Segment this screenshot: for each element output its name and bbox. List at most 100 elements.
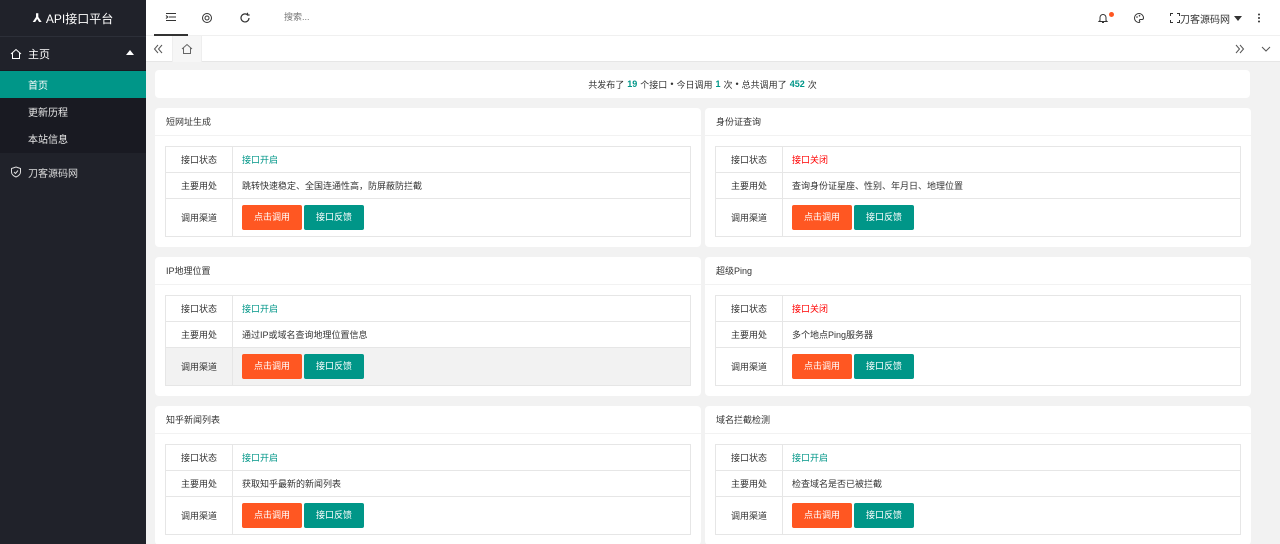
- bell-icon: [1097, 14, 1109, 23]
- api-count: 19: [627, 79, 638, 89]
- today-calls: 1: [715, 79, 721, 89]
- channel-label: 调用渠道: [165, 496, 233, 535]
- call-api-button[interactable]: 点击调用: [792, 354, 853, 379]
- card-title: 短网址生成: [155, 108, 701, 136]
- summary-text: 总共调用了: [741, 79, 787, 90]
- usage-value: 多个地点Ping服务器: [782, 321, 1241, 348]
- summary-text: 次: [723, 79, 733, 90]
- refresh-button[interactable]: [228, 0, 262, 36]
- summary-text: 今日调用: [676, 79, 713, 90]
- user-name: 刀客源码网: [1180, 14, 1230, 26]
- more-vertical-icon: [1258, 13, 1260, 23]
- user-menu[interactable]: 刀客源码网: [1180, 0, 1242, 36]
- feedback-button[interactable]: 接口反馈: [854, 503, 915, 528]
- sidebar-item-site-info[interactable]: 本站信息: [0, 125, 146, 152]
- status-label: 接口状态: [715, 444, 783, 471]
- card-title: 超级Ping: [705, 257, 1251, 285]
- notification-dot: [1109, 12, 1114, 17]
- separator: •: [670, 79, 674, 89]
- sidebar: ⅄ API接口平台 主页 首页 更新历程 本站信息 刀客源码网: [0, 0, 146, 544]
- total-calls: 452: [789, 79, 805, 89]
- separator: •: [735, 79, 739, 89]
- call-api-button[interactable]: 点击调用: [792, 205, 853, 230]
- api-info-table: 接口状态 接口开启 主要用处 检查域名是否已被拦截 调用渠道 点击调用 接口反馈: [715, 444, 1241, 535]
- page-tabs: [146, 36, 1280, 62]
- summary-text: 共发布了: [588, 79, 625, 90]
- channel-label: 调用渠道: [165, 198, 233, 237]
- sidebar-item-changelog[interactable]: 更新历程: [0, 98, 146, 125]
- api-card-grid: 短网址生成 接口状态 接口开启 主要用处 跳转快速稳定、全国连通性高，防屏蔽防拦截 …: [155, 108, 1251, 544]
- api-card: IP地理位置 接口状态 接口开启 主要用处 通过IP或域名查询地理位置信息 调用渠道…: [155, 257, 701, 396]
- card-title: IP地理位置: [155, 257, 701, 285]
- feedback-button[interactable]: 接口反馈: [304, 205, 365, 230]
- menu-toggle-button[interactable]: [154, 0, 188, 36]
- sidebar-group-label: 主页: [28, 48, 50, 61]
- feedback-button[interactable]: 接口反馈: [304, 503, 365, 528]
- usage-label: 主要用处: [165, 321, 233, 348]
- call-api-button[interactable]: 点击调用: [792, 503, 853, 528]
- usage-value: 获取知乎最新的新闻列表: [232, 470, 691, 497]
- api-card: 身份证查询 接口状态 接口关闭 主要用处 查询身份证星座、性别、年月日、地理位置 调…: [705, 108, 1251, 247]
- sidebar-item-label: 更新历程: [28, 108, 68, 119]
- top-header: 刀客源码网: [146, 0, 1280, 36]
- stats-summary: 共发布了 19 个接口 • 今日调用 1 次 • 总共调用了 452 次: [155, 70, 1250, 98]
- call-api-button[interactable]: 点击调用: [242, 354, 303, 379]
- channel-label: 调用渠道: [715, 496, 783, 535]
- usage-label: 主要用处: [165, 172, 233, 199]
- usage-value: 检查域名是否已被拦截: [782, 470, 1241, 497]
- feedback-button[interactable]: 接口反馈: [854, 205, 915, 230]
- api-card: 超级Ping 接口状态 接口关闭 主要用处 多个地点Ping服务器 调用渠道 点击调用…: [705, 257, 1251, 396]
- sidebar-group-label: 刀客源码网: [28, 168, 78, 180]
- double-chevron-left-icon: [153, 44, 163, 54]
- caret-down-icon: [1234, 15, 1242, 21]
- usage-value: 查询身份证星座、性别、年月日、地理位置: [782, 172, 1241, 199]
- status-value: 接口开启: [232, 444, 691, 471]
- usage-label: 主要用处: [715, 321, 783, 348]
- double-chevron-right-icon: [1235, 44, 1245, 54]
- sidebar-sublist: 首页 更新历程 本站信息: [0, 70, 146, 153]
- api-info-table: 接口状态 接口关闭 主要用处 多个地点Ping服务器 调用渠道 点击调用 接口反馈: [715, 295, 1241, 386]
- theme-button[interactable]: [1122, 0, 1156, 36]
- logo[interactable]: ⅄ API接口平台: [0, 0, 146, 36]
- api-card: 域名拦截检测 接口状态 接口开启 主要用处 检查域名是否已被拦截 调用渠道 点击调用接…: [705, 406, 1251, 544]
- status-value: 接口开启: [232, 295, 691, 322]
- chevron-up-icon: [126, 50, 134, 55]
- sidebar-item-home[interactable]: 首页: [0, 71, 146, 98]
- api-info-table: 接口状态 接口关闭 主要用处 查询身份证星座、性别、年月日、地理位置 调用渠道 点击调…: [715, 146, 1241, 237]
- status-value: 接口关闭: [782, 295, 1241, 322]
- summary-text: 个接口: [640, 79, 668, 90]
- refresh-icon: [240, 12, 250, 23]
- usage-label: 主要用处: [715, 470, 783, 497]
- feedback-button[interactable]: 接口反馈: [854, 354, 915, 379]
- more-button[interactable]: [1242, 0, 1276, 36]
- website-button[interactable]: [190, 0, 224, 36]
- tab-home[interactable]: [172, 36, 202, 62]
- home-icon: [10, 48, 22, 59]
- call-api-button[interactable]: 点击调用: [242, 503, 303, 528]
- status-value: 接口关闭: [782, 146, 1241, 173]
- tabs-scroll-left-button[interactable]: [146, 36, 170, 62]
- home-icon: [181, 43, 193, 54]
- globe-icon: [202, 13, 212, 23]
- card-title: 域名拦截检测: [705, 406, 1251, 434]
- sidebar-group-main[interactable]: 主页: [0, 36, 146, 70]
- shield-icon: [11, 166, 21, 178]
- usage-label: 主要用处: [165, 470, 233, 497]
- api-card: 短网址生成 接口状态 接口开启 主要用处 跳转快速稳定、全国连通性高，防屏蔽防拦截 …: [155, 108, 701, 247]
- call-api-button[interactable]: 点击调用: [242, 205, 303, 230]
- chevron-down-icon: [1261, 46, 1271, 52]
- tabs-scroll-right-button[interactable]: [1228, 36, 1252, 62]
- sidebar-group-site[interactable]: 刀客源码网: [0, 153, 146, 191]
- usage-value: 通过IP或域名查询地理位置信息: [232, 321, 691, 348]
- search-input[interactable]: [284, 12, 404, 22]
- notification-button[interactable]: [1086, 0, 1120, 36]
- summary-text: 次: [807, 79, 817, 90]
- channel-label: 调用渠道: [715, 347, 783, 386]
- palette-icon: [1134, 12, 1145, 24]
- api-info-table: 接口状态 接口开启 主要用处 获取知乎最新的新闻列表 调用渠道 点击调用 接口反馈: [165, 444, 691, 535]
- status-value: 接口开启: [782, 444, 1241, 471]
- feedback-button[interactable]: 接口反馈: [304, 354, 365, 379]
- sidebar-item-label: 本站信息: [28, 135, 68, 146]
- tabs-menu-button[interactable]: [1254, 36, 1278, 62]
- main-content: 共发布了 19 个接口 • 今日调用 1 次 • 总共调用了 452 次 短网址…: [146, 62, 1280, 544]
